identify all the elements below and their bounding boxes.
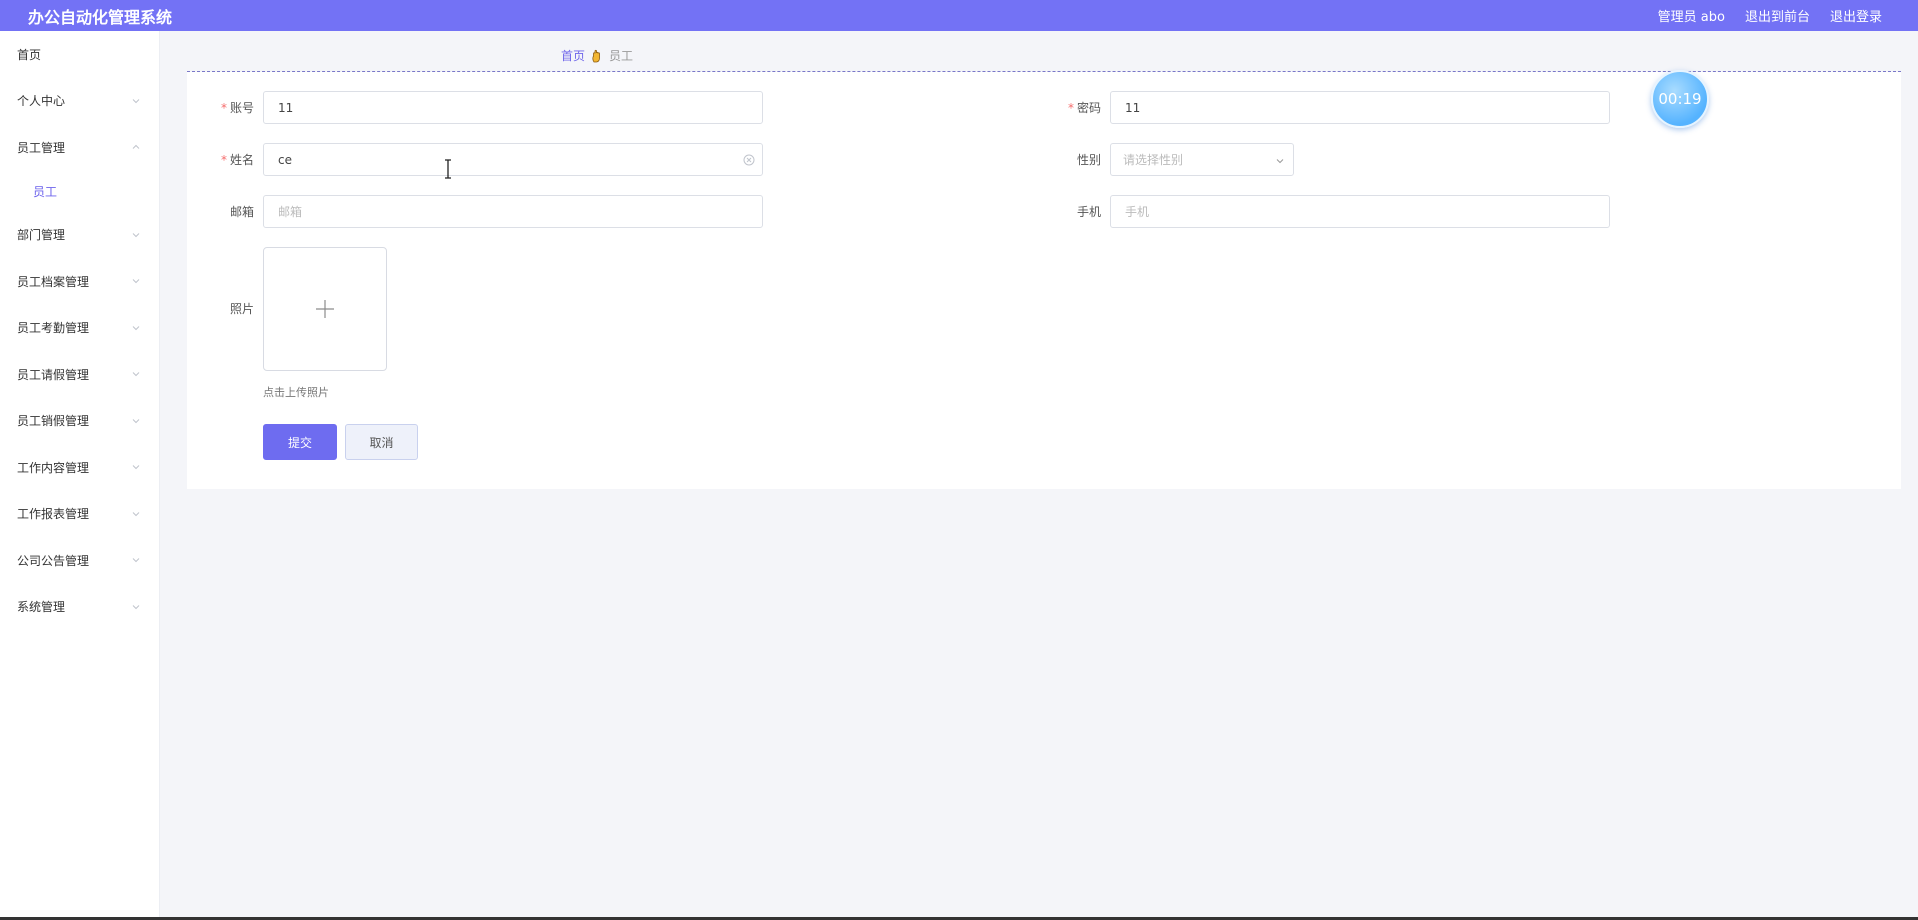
email-placeholder: 邮箱 xyxy=(278,205,303,219)
sidebar-item-work-content[interactable]: 工作内容管理 xyxy=(0,444,159,491)
to-frontend-link[interactable]: 退出到前台 xyxy=(1745,6,1810,25)
name-row: * 姓名 ce xyxy=(187,143,763,176)
phone-label: 手机 xyxy=(1076,205,1101,219)
sidebar-item-label: 员工考勤管理 xyxy=(17,321,90,336)
sidebar-item-employee-archive[interactable]: 员工档案管理 xyxy=(0,258,159,305)
account-row: * 账号 11 xyxy=(187,91,763,124)
password-field[interactable]: 11 xyxy=(1110,91,1610,124)
phone-placeholder: 手机 xyxy=(1125,205,1150,219)
chevron-down-icon xyxy=(131,509,141,519)
chevron-down-icon xyxy=(131,416,141,426)
account-label-text: 账号 xyxy=(229,101,254,115)
password-label: * 密码 xyxy=(1034,99,1110,116)
app-title: 办公自动化管理系统 xyxy=(28,7,173,27)
sidebar-item-work-report[interactable]: 工作报表管理 xyxy=(0,491,159,538)
chevron-down-icon xyxy=(131,555,141,565)
name-label-text: 姓名 xyxy=(229,153,254,167)
sidebar-item-label: 首页 xyxy=(17,47,42,62)
timer-badge: 00:19 xyxy=(1651,70,1709,128)
sidebar-item-attendance[interactable]: 员工考勤管理 xyxy=(0,305,159,352)
email-row: 邮箱 邮箱 xyxy=(187,195,763,228)
chevron-down-icon xyxy=(131,602,141,612)
photo-label: 照片 xyxy=(229,302,254,316)
breadcrumb-home[interactable]: 首页 xyxy=(561,47,585,64)
gender-row: 性别 请选择性别 xyxy=(1034,143,1294,176)
form-card xyxy=(187,72,1901,489)
chevron-down-icon xyxy=(131,323,141,333)
sidebar-item-label: 系统管理 xyxy=(17,600,66,615)
required-mark: * xyxy=(220,153,227,167)
breadcrumb: 首页 员工 xyxy=(561,47,633,64)
sidebar-item-home[interactable]: 首页 xyxy=(0,31,159,78)
account-field[interactable]: 11 xyxy=(263,91,763,124)
name-label: * 姓名 xyxy=(187,151,263,168)
password-row: * 密码 11 xyxy=(1034,91,1610,124)
email-label: 邮箱 xyxy=(229,205,254,219)
sidebar-subitem-employee[interactable]: 员工 xyxy=(0,171,159,212)
photo-upload[interactable] xyxy=(263,247,387,371)
password-value: 11 xyxy=(1125,100,1141,115)
chevron-down-icon xyxy=(131,230,141,240)
chevron-down-icon xyxy=(131,462,141,472)
topbar-links: 管理员 abo 退出到前台 退出登录 xyxy=(1638,6,1882,25)
chevron-down-icon xyxy=(131,96,141,106)
logout-link[interactable]: 退出登录 xyxy=(1830,6,1882,25)
account-label: * 账号 xyxy=(187,99,263,116)
user-label[interactable]: 管理员 abo xyxy=(1658,6,1725,25)
phone-row: 手机 手机 xyxy=(1034,195,1610,228)
circle-close-icon[interactable] xyxy=(742,153,756,167)
sidebar-item-label: 员工档案管理 xyxy=(17,274,90,289)
sidebar-item-label: 公司公告管理 xyxy=(17,553,90,568)
chevron-up-icon xyxy=(131,142,141,152)
sidebar-item-employee-management[interactable]: 员工管理 xyxy=(0,124,159,171)
text-cursor-icon xyxy=(443,159,453,179)
sidebar-item-label: 工作报表管理 xyxy=(17,507,90,522)
cancel-button[interactable]: 取消 xyxy=(345,424,418,460)
breadcrumb-current: 员工 xyxy=(609,49,634,63)
name-value: ce xyxy=(278,152,292,167)
email-field[interactable]: 邮箱 xyxy=(263,195,763,228)
account-value: 11 xyxy=(278,100,294,115)
gender-placeholder: 请选择性别 xyxy=(1123,153,1184,167)
hand-icon xyxy=(591,49,603,63)
phone-field[interactable]: 手机 xyxy=(1110,195,1610,228)
chevron-down-icon xyxy=(131,276,141,286)
upload-hint: 点击上传照片 xyxy=(263,386,329,399)
sidebar-item-department-management[interactable]: 部门管理 xyxy=(0,212,159,259)
sidebar: 首页 个人中心 员工管理 员工 部门管理 员工档案管理 员工考勤管理 员工请假管… xyxy=(0,31,160,920)
sidebar-item-label: 员工请假管理 xyxy=(17,367,90,382)
top-bar: 办公自动化管理系统 管理员 abo 退出到前台 退出登录 xyxy=(0,0,1918,31)
chevron-down-icon xyxy=(1275,155,1285,165)
sidebar-item-system-management[interactable]: 系统管理 xyxy=(0,584,159,631)
sidebar-item-leave-request[interactable]: 员工请假管理 xyxy=(0,351,159,398)
sidebar-item-label: 个人中心 xyxy=(17,94,66,109)
sidebar-item-announcement[interactable]: 公司公告管理 xyxy=(0,537,159,584)
sidebar-item-leave-cancel[interactable]: 员工销假管理 xyxy=(0,398,159,445)
sidebar-item-label: 员工销假管理 xyxy=(17,414,90,429)
required-mark: * xyxy=(1067,101,1074,115)
gender-label: 性别 xyxy=(1076,153,1101,167)
sidebar-item-label: 员工管理 xyxy=(17,140,66,155)
sidebar-item-personal-center[interactable]: 个人中心 xyxy=(0,78,159,125)
required-mark: * xyxy=(220,101,227,115)
chevron-down-icon xyxy=(131,369,141,379)
sidebar-item-label: 部门管理 xyxy=(17,228,66,243)
submit-button[interactable]: 提交 xyxy=(263,424,337,460)
password-label-text: 密码 xyxy=(1076,101,1101,115)
plus-icon xyxy=(315,299,335,319)
name-field[interactable]: ce xyxy=(263,143,763,176)
sidebar-item-label: 工作内容管理 xyxy=(17,460,90,475)
gender-select[interactable]: 请选择性别 xyxy=(1110,143,1294,176)
